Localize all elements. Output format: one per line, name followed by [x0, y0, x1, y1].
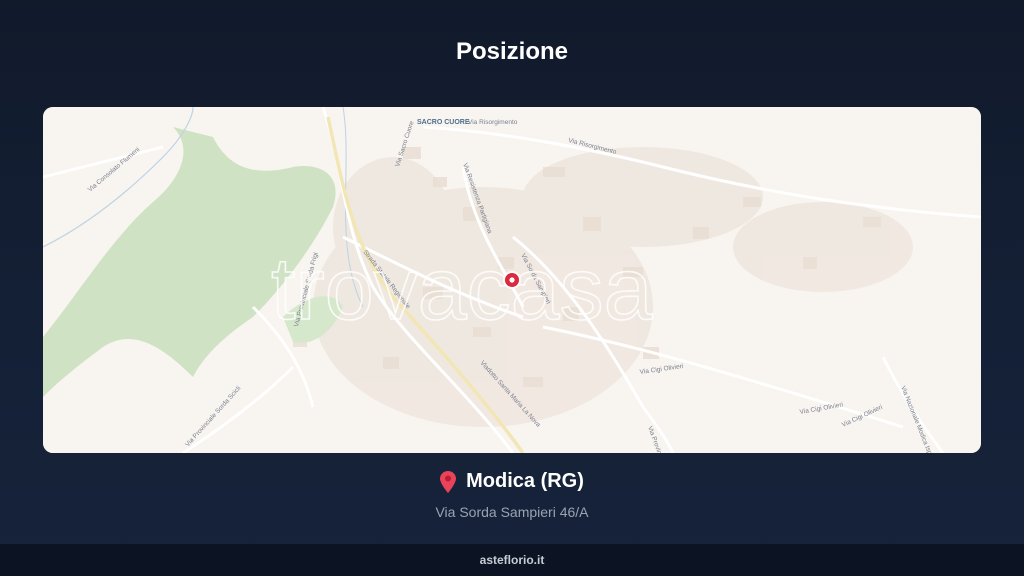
address: Via Sorda Sampieri 46/A — [435, 503, 589, 520]
map[interactable]: SACRO CUORE Via Risorgimento Via Risorgi… — [43, 107, 981, 453]
city-name: Modica (RG) — [466, 470, 584, 492]
location-marker-icon[interactable] — [503, 271, 521, 289]
map-label-place: SACRO CUORE — [417, 119, 470, 126]
location-info: Modica (RG) Via Sorda Sampieri 46/A — [0, 470, 1024, 520]
page-title: Posizione — [455, 38, 569, 65]
footer-site[interactable]: asteflorio.it — [480, 553, 545, 567]
map-pin-icon — [440, 470, 457, 493]
watermark-text: trovacasa — [271, 239, 653, 338]
footer: asteflorio.it — [0, 544, 1024, 576]
svg-text:Via Risorgimento: Via Risorgimento — [468, 119, 518, 126]
